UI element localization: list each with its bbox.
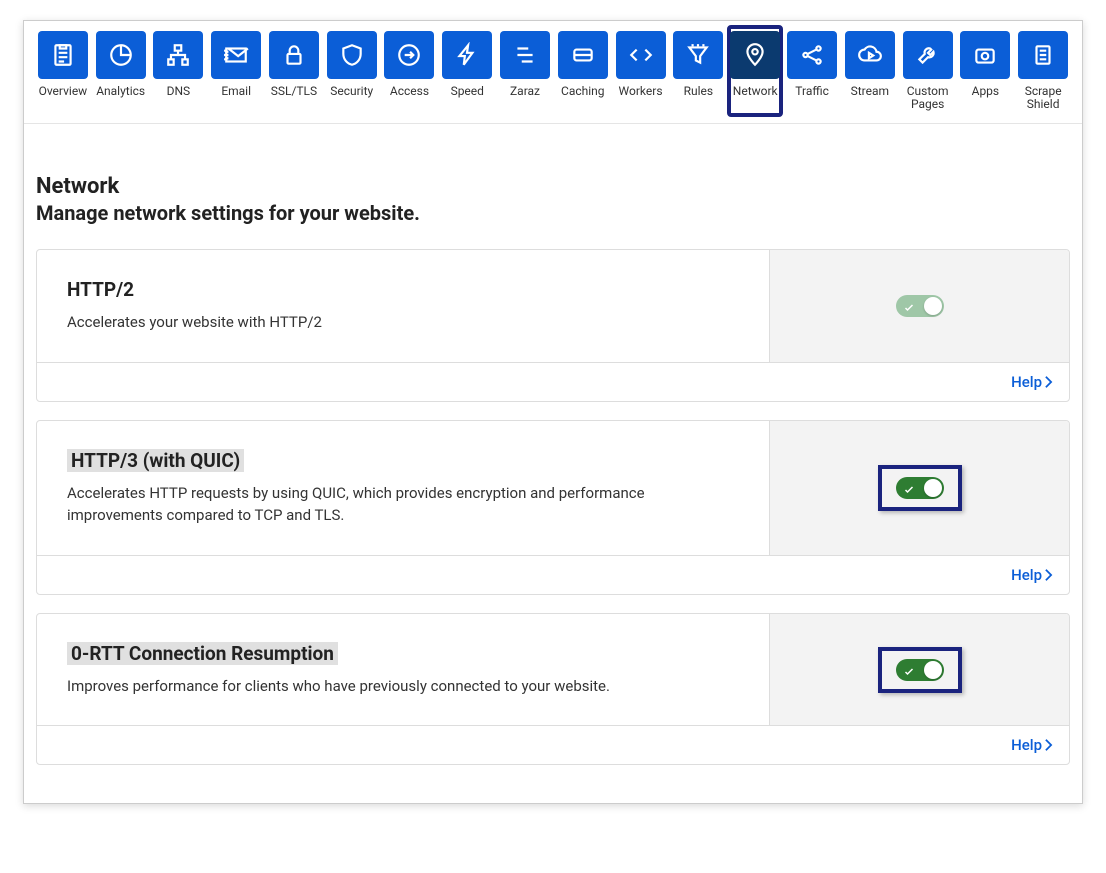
card-title: 0-RTT Connection Resumption	[67, 642, 338, 665]
page-title: Network	[36, 174, 1070, 199]
nav-apps[interactable]: Apps	[958, 31, 1012, 111]
nav-label: DNS	[167, 85, 191, 98]
check-icon	[903, 481, 915, 493]
card-desc: Improves performance for clients who hav…	[67, 675, 739, 698]
nav-label: Zaraz	[510, 85, 540, 98]
toggle-wrap	[878, 465, 962, 511]
nav-label: Rules	[684, 85, 713, 98]
pie-chart-icon	[96, 31, 146, 79]
card-title: HTTP/2	[67, 278, 134, 301]
card-http3: HTTP/3 (with QUIC) Accelerates HTTP requ…	[36, 420, 1070, 595]
nav-scrapeshield[interactable]: Scrape Shield	[1016, 31, 1070, 111]
check-icon	[903, 663, 915, 675]
nav-label: Network	[733, 85, 778, 98]
nav-network[interactable]: Network	[727, 25, 783, 117]
toggle-wrap	[896, 295, 944, 317]
nav-label: SSL/TLS	[271, 85, 317, 98]
check-icon	[903, 299, 915, 311]
toggle-wrap	[878, 647, 962, 693]
zero-rtt-toggle[interactable]	[896, 659, 944, 681]
top-nav: Overview Analytics DNS Email SSL/TLS	[24, 21, 1082, 124]
nav-label: Analytics	[96, 85, 145, 98]
chevron-right-icon	[1044, 568, 1053, 582]
nav-label: Custom Pages	[901, 85, 955, 111]
page-subtitle: Manage network settings for your website…	[36, 201, 1070, 225]
funnel-icon	[673, 31, 723, 79]
lock-icon	[269, 31, 319, 79]
camera-icon	[960, 31, 1010, 79]
card-desc: Accelerates your website with HTTP/2	[67, 311, 739, 334]
document-icon	[1018, 31, 1068, 79]
toggle-knob	[924, 297, 942, 315]
http2-toggle[interactable]	[896, 295, 944, 317]
layers-icon	[500, 31, 550, 79]
sitemap-icon	[153, 31, 203, 79]
nav-traffic[interactable]: Traffic	[785, 31, 839, 111]
card-desc: Accelerates HTTP requests by using QUIC,…	[67, 482, 739, 527]
nav-label: Scrape Shield	[1016, 85, 1070, 111]
toggle-knob	[924, 479, 942, 497]
nav-dns[interactable]: DNS	[152, 31, 206, 111]
nav-stream[interactable]: Stream	[843, 31, 897, 111]
nav-rules[interactable]: Rules	[671, 31, 725, 111]
drive-icon	[558, 31, 608, 79]
nav-zaraz[interactable]: Zaraz	[498, 31, 552, 111]
clipboard-icon	[38, 31, 88, 79]
chevron-right-icon	[1044, 738, 1053, 752]
shield-icon	[327, 31, 377, 79]
code-icon	[616, 31, 666, 79]
nav-custompages[interactable]: Custom Pages	[901, 31, 955, 111]
bolt-icon	[442, 31, 492, 79]
card-title: HTTP/3 (with QUIC)	[67, 449, 244, 472]
help-link[interactable]: Help	[1011, 566, 1053, 584]
nav-overview[interactable]: Overview	[36, 31, 90, 111]
nav-label: Access	[390, 85, 429, 98]
nav-label: Apps	[972, 85, 1000, 98]
help-label: Help	[1011, 373, 1042, 391]
nav-label: Traffic	[795, 85, 829, 98]
help-label: Help	[1011, 566, 1042, 584]
toggle-knob	[924, 661, 942, 679]
cloud-play-icon	[845, 31, 895, 79]
nav-label: Speed	[451, 85, 484, 98]
nav-label: Security	[330, 85, 373, 98]
wrench-icon	[903, 31, 953, 79]
help-link[interactable]: Help	[1011, 373, 1053, 391]
card-http2: HTTP/2 Accelerates your website with HTT…	[36, 249, 1070, 402]
login-icon	[384, 31, 434, 79]
chevron-right-icon	[1044, 375, 1053, 389]
nav-analytics[interactable]: Analytics	[94, 31, 148, 111]
nav-email[interactable]: Email	[209, 31, 263, 111]
nav-label: Workers	[619, 85, 663, 98]
envelope-icon	[211, 31, 261, 79]
nav-label: Overview	[39, 85, 88, 98]
nav-label: Caching	[561, 85, 605, 98]
nav-access[interactable]: Access	[383, 31, 437, 111]
share-icon	[787, 31, 837, 79]
nav-ssltls[interactable]: SSL/TLS	[267, 31, 321, 111]
nav-workers[interactable]: Workers	[614, 31, 668, 111]
http3-toggle[interactable]	[896, 477, 944, 499]
nav-caching[interactable]: Caching	[556, 31, 610, 111]
app-frame: Overview Analytics DNS Email SSL/TLS	[23, 20, 1083, 804]
page-content: Network Manage network settings for your…	[24, 124, 1082, 803]
help-label: Help	[1011, 736, 1042, 754]
help-link[interactable]: Help	[1011, 736, 1053, 754]
nav-security[interactable]: Security	[325, 31, 379, 111]
nav-label: Email	[221, 85, 251, 98]
pin-icon	[730, 31, 780, 79]
nav-speed[interactable]: Speed	[440, 31, 494, 111]
card-0rtt: 0-RTT Connection Resumption Improves per…	[36, 613, 1070, 766]
nav-label: Stream	[851, 85, 889, 98]
